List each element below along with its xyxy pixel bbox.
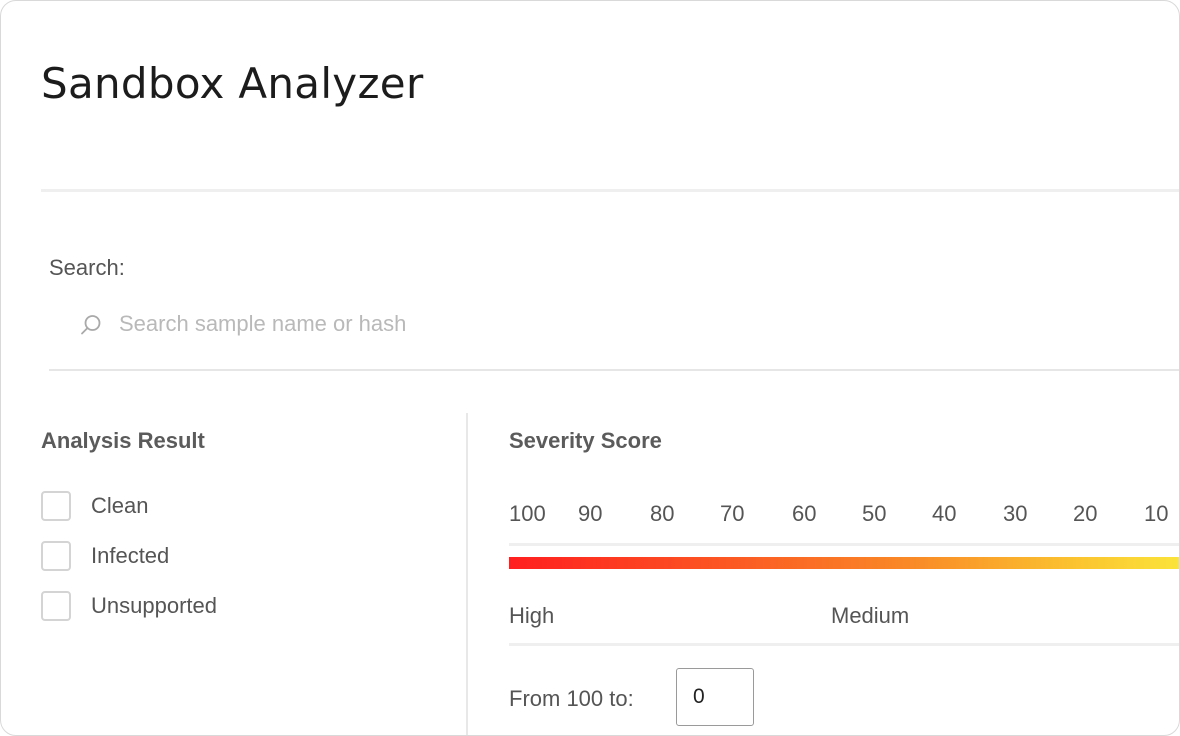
severity-tick[interactable]: 50 bbox=[862, 501, 886, 527]
severity-level-high: High bbox=[509, 603, 555, 628]
levels-divider bbox=[509, 643, 1179, 646]
analysis-result-title: Analysis Result bbox=[41, 428, 205, 453]
severity-gradient-bar[interactable] bbox=[509, 557, 1179, 569]
severity-tick[interactable]: 80 bbox=[650, 501, 674, 527]
severity-tick[interactable]: 60 bbox=[792, 501, 816, 527]
search-box bbox=[49, 301, 1179, 371]
severity-range-input[interactable] bbox=[676, 668, 754, 726]
unsupported-checkbox[interactable] bbox=[41, 591, 71, 621]
severity-tick[interactable]: 30 bbox=[1003, 501, 1027, 527]
search-label: Search: bbox=[49, 255, 125, 280]
severity-tick[interactable]: 90 bbox=[578, 501, 602, 527]
severity-tick[interactable]: 70 bbox=[720, 501, 744, 527]
header-divider bbox=[41, 189, 1179, 192]
severity-score-title: Severity Score bbox=[509, 428, 662, 453]
filter-infected[interactable]: Infected bbox=[41, 531, 217, 581]
severity-tick[interactable]: 100 bbox=[509, 501, 546, 527]
filter-label-clean: Clean bbox=[91, 493, 149, 518]
clean-checkbox[interactable] bbox=[41, 491, 71, 521]
severity-tick[interactable]: 10 bbox=[1144, 501, 1168, 527]
severity-scale-ticks: 100 90 80 70 60 50 40 30 20 10 bbox=[509, 501, 1179, 531]
filter-unsupported[interactable]: Unsupported bbox=[41, 581, 217, 631]
infected-checkbox[interactable] bbox=[41, 541, 71, 571]
severity-tick[interactable]: 40 bbox=[932, 501, 956, 527]
column-divider bbox=[466, 413, 468, 735]
filter-label-infected: Infected bbox=[91, 543, 170, 568]
analysis-result-filters: Clean Infected Unsupported bbox=[41, 481, 217, 631]
severity-tick[interactable]: 20 bbox=[1073, 501, 1097, 527]
scale-divider bbox=[509, 543, 1179, 546]
sandbox-analyzer-panel: Sandbox Analyzer Search: Analysis Result… bbox=[0, 0, 1180, 736]
page-title: Sandbox Analyzer bbox=[41, 59, 424, 109]
search-icon bbox=[81, 315, 101, 335]
severity-level-medium: Medium bbox=[831, 603, 910, 628]
search-input[interactable] bbox=[117, 307, 1021, 341]
filter-clean[interactable]: Clean bbox=[41, 481, 217, 531]
filter-label-unsupported: Unsupported bbox=[91, 593, 217, 618]
severity-range-label: From 100 to: bbox=[509, 686, 634, 711]
